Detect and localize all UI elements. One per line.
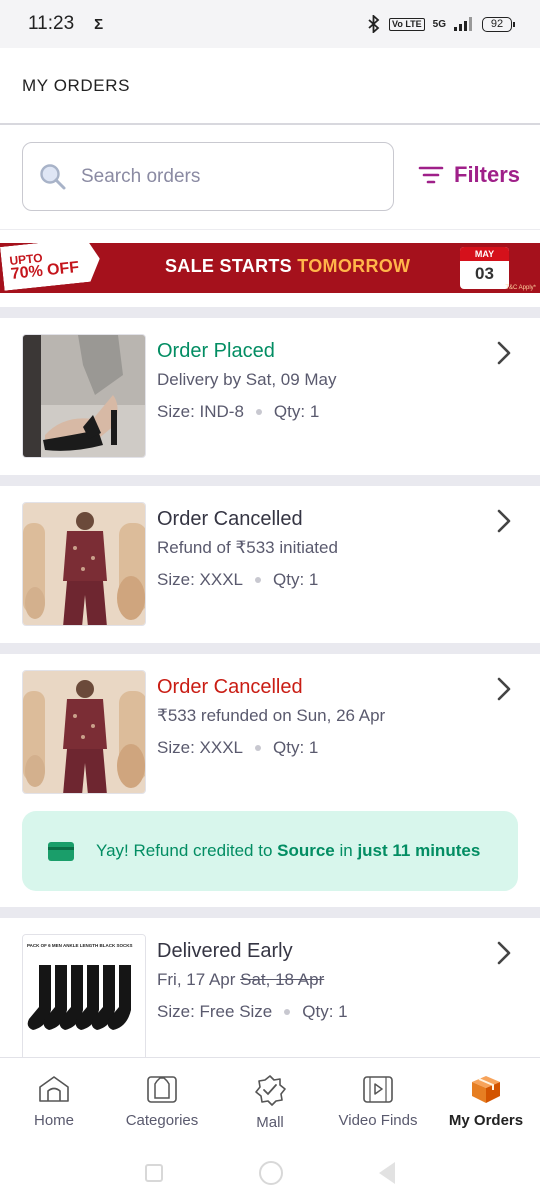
status-time: 11:23 bbox=[28, 13, 75, 34]
video-icon bbox=[363, 1076, 393, 1103]
order-meta: Size: XXXL Qty: 1 bbox=[157, 570, 318, 590]
home-icon bbox=[39, 1076, 69, 1102]
order-qty: Qty: 1 bbox=[273, 738, 319, 757]
product-image-sandals bbox=[22, 334, 146, 458]
filters-label: Filters bbox=[454, 162, 521, 187]
bottom-navigation: Home Categories Mall Video Finds My Orde… bbox=[0, 1057, 540, 1145]
order-status: Order Placed bbox=[157, 340, 275, 362]
dot-separator bbox=[255, 745, 261, 751]
refund-note: Yay! Refund credited to Source in just 1… bbox=[22, 811, 518, 891]
order-card[interactable]: PACK OF 6 MEN ANKLE LENGTH BLACK SOCKS D… bbox=[0, 918, 540, 1057]
order-detail: Fri, 17 Apr Sat, 18 Apr bbox=[157, 970, 324, 990]
divider bbox=[0, 643, 540, 654]
calendar-month: MAY bbox=[460, 247, 509, 261]
status-icons: Vo LTE 5G 92 bbox=[367, 15, 515, 33]
order-qty: Qty: 1 bbox=[273, 402, 320, 421]
nav-home-label: Home bbox=[33, 1112, 74, 1129]
refund-time: just 11 minutes bbox=[357, 841, 481, 860]
order-card[interactable]: Order Cancelled Refund of ₹533 initiated… bbox=[0, 486, 540, 643]
order-size: Size: IND-8 bbox=[157, 402, 244, 421]
filters-button[interactable]: Filters bbox=[418, 162, 520, 188]
order-status: Order Cancelled bbox=[157, 508, 303, 530]
search-row: Search orders Filters bbox=[0, 126, 540, 230]
orders-box-icon bbox=[472, 1076, 500, 1103]
order-qty: Qty: 1 bbox=[273, 570, 319, 589]
volte-icon: Vo LTE bbox=[388, 17, 425, 31]
order-size: Size: XXXL bbox=[157, 570, 243, 589]
dot-separator bbox=[255, 409, 262, 415]
calendar-day: 03 bbox=[475, 264, 494, 283]
divider bbox=[0, 475, 540, 486]
order-meta: Size: XXXL Qty: 1 bbox=[157, 738, 318, 758]
chevron-right-icon[interactable] bbox=[494, 940, 514, 966]
banner-tnc: T&C Apply* bbox=[505, 285, 536, 291]
order-detail: ₹533 refunded on Sun, 26 Apr bbox=[157, 706, 386, 725]
chevron-right-icon[interactable] bbox=[494, 508, 514, 534]
battery-icon: 92 bbox=[482, 16, 515, 32]
banner-text: SALE STARTS bbox=[165, 256, 298, 276]
nav-video-finds[interactable]: Video Finds bbox=[324, 1058, 432, 1145]
order-detail: Delivery by Sat, 09 May bbox=[157, 370, 337, 389]
refund-text-middle: in bbox=[334, 841, 358, 860]
product-image-socks: PACK OF 6 MEN ANKLE LENGTH BLACK SOCKS bbox=[22, 934, 146, 1057]
mall-icon bbox=[255, 1075, 286, 1106]
filter-icon bbox=[418, 166, 444, 184]
back-button[interactable] bbox=[379, 1161, 395, 1184]
nav-home[interactable]: Home bbox=[0, 1058, 108, 1145]
order-status: Order Cancelled bbox=[157, 676, 303, 698]
nav-mall[interactable]: Mall bbox=[216, 1058, 324, 1145]
signal-icon bbox=[454, 17, 472, 31]
nav-mall-label: Mall bbox=[256, 1114, 284, 1131]
nav-categories-label: Categories bbox=[125, 1112, 199, 1129]
system-navigation bbox=[0, 1145, 540, 1200]
categories-icon bbox=[147, 1076, 177, 1103]
product-image-coord-set bbox=[22, 670, 146, 794]
credit-card-icon bbox=[48, 841, 74, 861]
order-detail: Refund of ₹533 initiated bbox=[157, 538, 338, 557]
nav-my-orders[interactable]: My Orders bbox=[432, 1058, 540, 1145]
chevron-right-icon[interactable] bbox=[494, 340, 514, 366]
chevron-right-icon[interactable] bbox=[494, 676, 514, 702]
sigma-icon: Σ bbox=[94, 15, 104, 33]
order-card[interactable]: Order Placed Delivery by Sat, 09 May Siz… bbox=[0, 318, 540, 475]
order-size: Size: XXXL bbox=[157, 738, 243, 757]
nav-categories[interactable]: Categories bbox=[108, 1058, 216, 1145]
banner-highlight: TOMORROW bbox=[297, 256, 411, 276]
refund-text-prefix: Yay! Refund credited to bbox=[96, 841, 278, 860]
divider bbox=[0, 307, 540, 318]
search-placeholder: Search orders bbox=[81, 165, 201, 187]
refund-text: Yay! Refund credited to Source in just 1… bbox=[96, 841, 480, 861]
order-meta: Size: IND-8 Qty: 1 bbox=[157, 402, 319, 422]
order-meta: Size: Free Size Qty: 1 bbox=[157, 1002, 348, 1022]
delivered-date: Fri, 17 Apr bbox=[157, 970, 241, 989]
bluetooth-icon bbox=[368, 15, 380, 33]
page-header: MY ORDERS bbox=[0, 48, 540, 125]
order-qty: Qty: 1 bbox=[302, 1002, 348, 1021]
refund-source: Source bbox=[277, 841, 335, 860]
dot-separator bbox=[255, 577, 261, 583]
network-label: 5G bbox=[432, 18, 446, 30]
product-image-coord-set bbox=[22, 502, 146, 626]
calendar-icon: MAY 03 bbox=[460, 247, 509, 289]
socks-caption: PACK OF 6 MEN ANKLE LENGTH BLACK SOCKS bbox=[27, 943, 133, 948]
sale-banner[interactable]: UPTO 70% OFF SALE STARTS TOMORROW MAY 03… bbox=[0, 243, 540, 293]
divider bbox=[0, 907, 540, 918]
discount-tag: UPTO 70% OFF bbox=[0, 243, 102, 291]
home-button[interactable] bbox=[259, 1160, 283, 1185]
recent-apps-button[interactable] bbox=[145, 1163, 163, 1182]
expected-date: Sat, 18 Apr bbox=[240, 970, 325, 989]
order-status: Delivered Early bbox=[157, 940, 293, 962]
status-bar: 11:23 Σ Vo LTE 5G 92 bbox=[0, 0, 540, 48]
nav-video-finds-label: Video Finds bbox=[338, 1112, 418, 1129]
nav-my-orders-label: My Orders bbox=[448, 1112, 524, 1129]
dot-separator bbox=[284, 1009, 291, 1015]
search-icon bbox=[40, 163, 66, 189]
order-size: Size: Free Size bbox=[157, 1002, 273, 1021]
search-input[interactable]: Search orders bbox=[22, 142, 394, 211]
page-title: MY ORDERS bbox=[22, 75, 131, 95]
banner-headline: SALE STARTS TOMORROW bbox=[165, 256, 410, 277]
